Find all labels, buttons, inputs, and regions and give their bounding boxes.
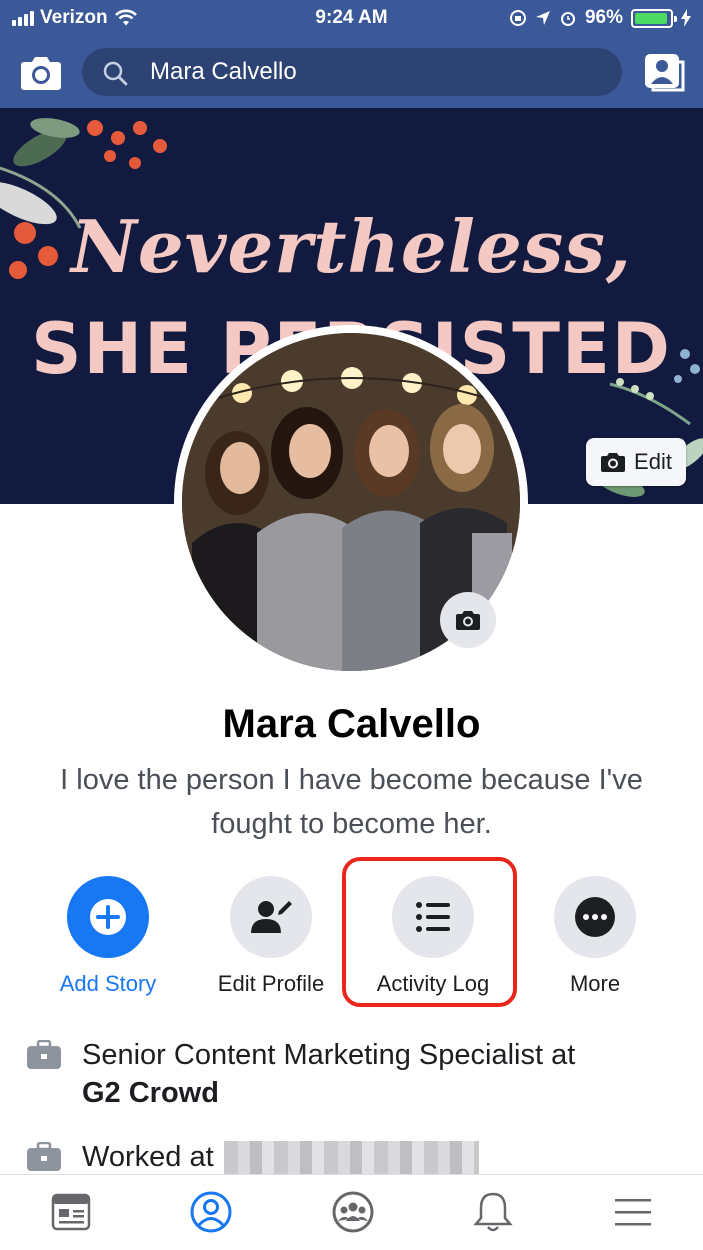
location-icon [535,11,550,25]
current-work-prefix: Senior Content Marketing Specialist at [82,1039,576,1071]
battery-icon [631,8,677,28]
past-work-prefix: Worked at [82,1141,214,1173]
edit-profile-button[interactable]: Edit Profile [186,876,356,997]
add-story-label: Add Story [59,971,157,996]
current-work-company[interactable]: G2 Crowd [82,1077,219,1109]
edit-profile-icon [251,901,292,933]
intro-row-past-work: Worked at [26,1138,686,1177]
tab-profile[interactable] [186,1189,236,1235]
plus-icon [90,899,126,935]
groups-icon [332,1191,374,1233]
activity-log-highlight [342,857,517,1007]
intro-row-current-work: Senior Content Marketing Specialist at G… [26,1036,686,1112]
camera-icon [21,57,61,90]
profile-icon [190,1191,232,1233]
top-navigation-bar: Verizon 9:24 AM 96% [0,0,703,108]
update-profile-picture-button[interactable] [440,592,496,648]
news-feed-icon [51,1193,91,1231]
profile-bio: I love the person I have become because … [60,764,643,840]
edit-cover-label: Edit [634,449,672,474]
camera-button[interactable] [20,52,62,92]
tab-notifications[interactable] [468,1189,518,1235]
more-button[interactable]: More [510,876,680,997]
status-right-icons: 96% [509,7,691,29]
more-label: More [569,971,621,996]
redacted-company [223,1141,479,1176]
edit-profile-label: Edit Profile [217,971,325,996]
add-story-circle [67,876,149,958]
tab-news-feed[interactable] [46,1189,96,1235]
search-icon [103,61,128,86]
past-work-text: Worked at [82,1138,479,1177]
camera-icon [601,453,626,472]
tab-groups[interactable] [328,1189,378,1235]
tab-menu[interactable] [608,1189,658,1235]
status-bar: Verizon 9:24 AM 96% [0,0,703,36]
profile-switch-button[interactable] [641,52,685,92]
more-circle [554,876,636,958]
menu-icon [615,1199,651,1226]
bell-icon [473,1192,513,1232]
edit-profile-circle [230,876,312,958]
search-input[interactable] [150,56,590,88]
profile-name: Mara Calvello [222,702,481,746]
briefcase-icon [27,1039,61,1069]
more-dots-icon [575,897,615,937]
bottom-tab-bar [0,1174,703,1250]
charging-bolt-icon [681,9,691,27]
edit-cover-button[interactable]: Edit [586,438,686,486]
profile-switch-icon [645,54,685,92]
alarm-icon [560,12,575,26]
camera-icon [456,611,480,630]
battery-percent: 96% [584,7,623,28]
current-work-text: Senior Content Marketing Specialist at G… [82,1036,575,1112]
orientation-lock-icon [509,10,526,26]
briefcase-icon [27,1141,61,1171]
search-bar[interactable] [82,48,622,96]
cover-text-line1: Nevertheless, [71,204,632,289]
add-story-button[interactable]: Add Story [23,876,193,997]
